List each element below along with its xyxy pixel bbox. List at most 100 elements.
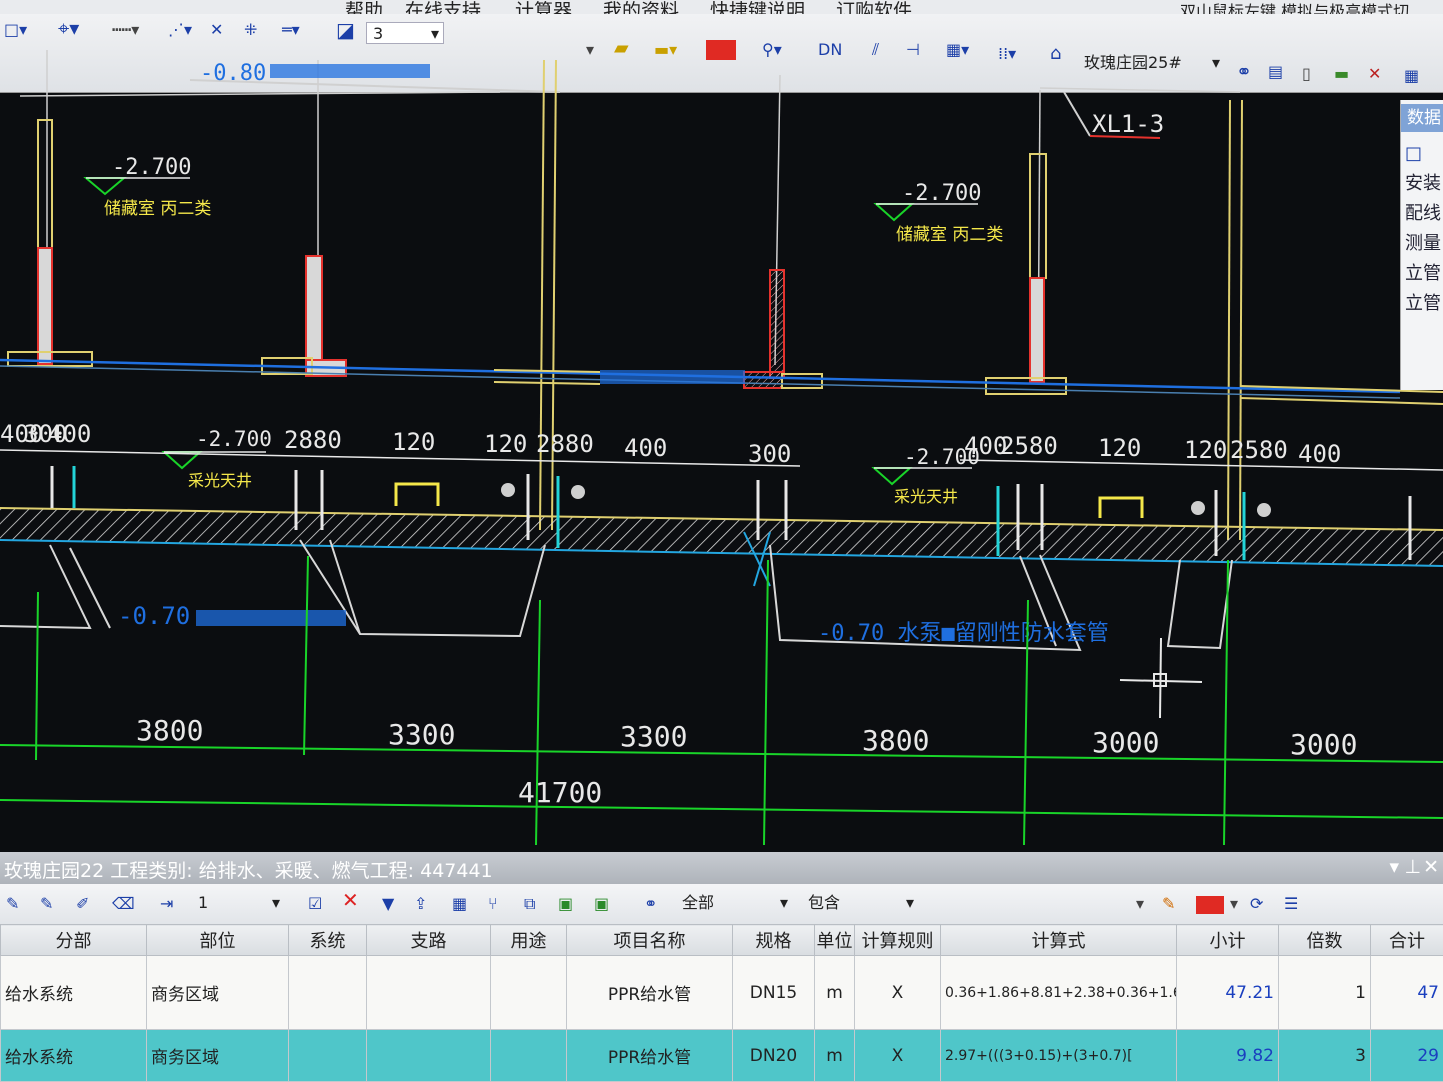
pencil-icon[interactable]: ✐ <box>76 894 89 914</box>
delete-icon[interactable]: ✕ <box>342 890 359 910</box>
cell-location[interactable]: 商务区域 <box>147 956 289 1030</box>
cad-drawing-canvas[interactable]: XL1-3 -2.700 储藏室 丙二类 -2.700 储藏室 丙二类 -2.7… <box>0 48 1443 848</box>
layer-icon[interactable]: ═▾ <box>282 20 300 40</box>
collapse-icon[interactable]: ▾ <box>1389 856 1399 878</box>
panel-button-install[interactable]: 安装 <box>1405 172 1441 196</box>
col-header[interactable]: 小计 <box>1177 925 1279 956</box>
cell-subtotal[interactable]: 47.21 <box>1177 956 1279 1030</box>
panel-button-wiring[interactable]: 配线 <box>1405 202 1441 226</box>
pipe-note: -0.80 <box>200 61 266 86</box>
filter-icon[interactable]: ▼ <box>382 894 394 914</box>
cell-subtotal[interactable]: 9.82 <box>1177 1030 1279 1082</box>
cell-branch[interactable] <box>367 1030 491 1082</box>
cell-usage[interactable] <box>491 1030 567 1082</box>
ortho-off-icon[interactable]: ✕ <box>210 20 223 40</box>
pin-icon[interactable]: ⊥ <box>1404 856 1421 878</box>
cell-total[interactable]: 29 <box>1371 1030 1443 1082</box>
close-icon[interactable]: ✕ <box>1423 856 1439 878</box>
col-header[interactable]: 系统 <box>289 925 367 956</box>
cell-formula[interactable]: 2.97+(((3+0.15)+(3+0.7)[ <box>941 1030 1177 1082</box>
cell-unit[interactable]: m <box>815 956 855 1030</box>
dimension-text: 400 <box>48 420 91 448</box>
grid-dimension-text: 3800 <box>862 724 929 757</box>
chevron-down-icon[interactable]: ▾ <box>1230 894 1238 914</box>
col-header[interactable]: 倍数 <box>1279 925 1371 956</box>
dimension-text: 400 <box>1298 440 1341 468</box>
match-mode-combo[interactable]: 包含 ▾ <box>802 892 918 914</box>
cell-division[interactable]: 给水系统 <box>1 956 147 1030</box>
number-combo[interactable]: 3 ▾ <box>366 22 444 44</box>
cell-spec[interactable]: DN15 <box>733 956 815 1030</box>
cell-system[interactable] <box>289 1030 367 1082</box>
select-rect-icon[interactable]: □▾ <box>4 20 27 40</box>
riser-tag[interactable]: XL1-3 <box>1092 110 1164 138</box>
cell-item[interactable]: PPR给水管 <box>567 1030 733 1082</box>
col-header[interactable]: 部位 <box>147 925 289 956</box>
zoom-window-icon[interactable]: ◪ <box>336 20 355 40</box>
col-header[interactable]: 单位 <box>815 925 855 956</box>
cell-branch[interactable] <box>367 956 491 1030</box>
import-icon[interactable]: ⇪ <box>414 894 427 914</box>
calculator-icon[interactable]: ▦ <box>452 894 467 914</box>
col-header[interactable]: 计算规则 <box>855 925 941 956</box>
page-combo[interactable]: 1 ▾ <box>192 892 284 914</box>
excel-icon[interactable]: ▣ <box>558 894 573 914</box>
dimension-text: 2880 <box>536 430 594 458</box>
panel-square-icon[interactable]: □ <box>1405 142 1422 166</box>
copy-icon[interactable]: ⧉ <box>524 894 535 914</box>
dimension-style-icon[interactable]: ┅┅▾ <box>112 20 139 40</box>
row-color-swatch[interactable] <box>1196 896 1224 914</box>
cell-usage[interactable] <box>491 956 567 1030</box>
floor-edge <box>1240 398 1443 404</box>
col-header[interactable]: 支路 <box>367 925 491 956</box>
indent-icon[interactable]: ⇥ <box>160 894 173 914</box>
pipe-line-top <box>1040 88 1240 92</box>
cell-division[interactable]: 给水系统 <box>1 1030 147 1082</box>
cell-unit[interactable]: m <box>815 1030 855 1082</box>
eraser-icon[interactable]: ⌫ <box>112 894 135 914</box>
pipe-note-fill <box>196 610 346 626</box>
pump-symbol <box>1100 498 1142 518</box>
table-header-row: 分部 部位 系统 支路 用途 项目名称 规格 单位 计算规则 计算式 小计 倍数… <box>1 925 1443 956</box>
grid-dimension-text: 3300 <box>388 718 455 751</box>
cell-formula[interactable]: 0.36+1.86+8.81+2.38+0.36+1.66+9.13+1.21+… <box>941 956 1177 1030</box>
column-line <box>540 60 544 530</box>
highlight-icon[interactable]: ✎ <box>1162 894 1175 914</box>
split-icon[interactable]: ⑂ <box>488 894 498 914</box>
cell-multiplier[interactable]: 3 <box>1279 1030 1371 1082</box>
cell-rule[interactable]: X <box>855 956 941 1030</box>
snap-icon[interactable]: ⋰▾ <box>168 20 192 40</box>
cell-location[interactable]: 商务区域 <box>147 1030 289 1082</box>
col-header[interactable]: 项目名称 <box>567 925 733 956</box>
binoculars-icon[interactable]: ⚭ <box>644 894 657 914</box>
col-header[interactable]: 规格 <box>733 925 815 956</box>
cell-system[interactable] <box>289 956 367 1030</box>
room-label: 采光天井 <box>894 487 958 506</box>
cell-item[interactable]: PPR给水管 <box>567 956 733 1030</box>
grid-icon[interactable]: ⁜ <box>244 20 257 40</box>
panel-title: 数据 <box>1401 104 1443 132</box>
filter-scope-combo[interactable]: 全部 ▾ <box>676 892 792 914</box>
refresh-icon[interactable]: ⟳ <box>1250 894 1263 914</box>
edit-multi-icon[interactable]: ✎ <box>40 894 53 914</box>
tree-view-icon[interactable]: ☰ <box>1284 894 1298 914</box>
check-icon[interactable]: ☑ <box>308 894 322 914</box>
table-row[interactable]: 给水系统 商务区域 PPR给水管 DN15 m X 0.36+1.86+8.81… <box>1 956 1443 1030</box>
table-row-selected[interactable]: 给水系统 商务区域 PPR给水管 DN20 m X 2.97+(((3+0.15… <box>1 1030 1443 1082</box>
elevation-text: -2.700 <box>112 155 191 180</box>
panel-button-riser[interactable]: 立管 <box>1405 262 1441 286</box>
cell-multiplier[interactable]: 1 <box>1279 956 1371 1030</box>
edit-icon[interactable]: ✎ <box>6 894 19 914</box>
panel-button-riser-2[interactable]: 立管 <box>1405 292 1441 316</box>
panel-button-measure[interactable]: 测量 <box>1405 232 1441 256</box>
col-header[interactable]: 计算式 <box>941 925 1177 956</box>
col-header[interactable]: 分部 <box>1 925 147 956</box>
cell-spec[interactable]: DN20 <box>733 1030 815 1082</box>
cell-total[interactable]: 47 <box>1371 956 1443 1030</box>
crosshair-icon[interactable]: ⌖▾ <box>58 18 79 38</box>
col-header[interactable]: 合计 <box>1371 925 1443 956</box>
export-icon[interactable]: ▣ <box>594 894 609 914</box>
col-header[interactable]: 用途 <box>491 925 567 956</box>
cell-rule[interactable]: X <box>855 1030 941 1082</box>
chevron-down-icon[interactable]: ▾ <box>1136 894 1144 914</box>
